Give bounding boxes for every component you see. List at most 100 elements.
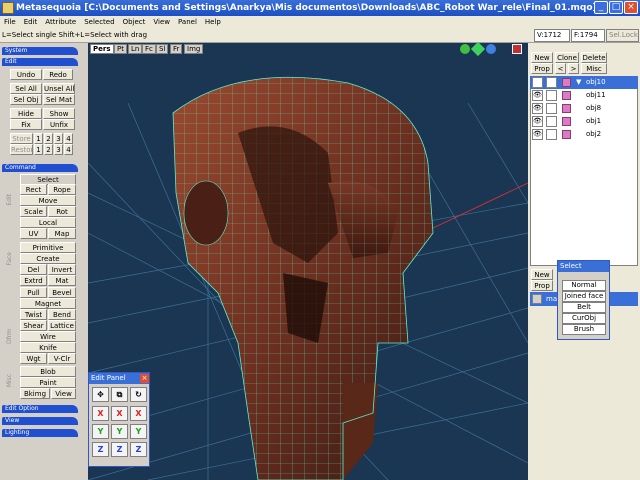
move-handle-icon[interactable]: ✥: [92, 387, 109, 402]
minimize-button[interactable]: _: [594, 1, 608, 14]
wgt-tool[interactable]: Wgt: [20, 353, 47, 364]
eye-icon[interactable]: 👁: [532, 129, 543, 140]
section-system[interactable]: System: [2, 47, 78, 55]
expand-arrow-icon[interactable]: ▼: [576, 76, 581, 89]
move-view-icon[interactable]: [460, 44, 470, 54]
restore-slot-1[interactable]: 1: [34, 144, 43, 155]
lock-toggle[interactable]: [546, 90, 557, 101]
shear-tool[interactable]: Shear: [20, 320, 47, 331]
close-button[interactable]: ×: [624, 1, 638, 14]
display-faces-tab[interactable]: Fc: [142, 44, 156, 54]
object-row[interactable]: 👁 obj8: [530, 102, 638, 115]
display-points-tab[interactable]: Pt: [114, 44, 127, 54]
clone-object-button[interactable]: Clone: [555, 52, 579, 63]
eye-icon[interactable]: 👁: [532, 90, 543, 101]
select-normal-option[interactable]: Normal: [562, 280, 606, 291]
scale-y-button[interactable]: Y: [111, 424, 128, 439]
menu-attribute[interactable]: Attribute: [41, 16, 80, 28]
sel-lock-button[interactable]: Sel.Lock: [606, 29, 639, 42]
eye-icon[interactable]: 👁: [532, 103, 543, 114]
move-tool[interactable]: Move: [20, 195, 76, 206]
section-lighting[interactable]: Lighting: [2, 429, 78, 437]
restore-slot-2[interactable]: 2: [44, 144, 53, 155]
map-tool[interactable]: Map: [48, 228, 76, 239]
menu-edit[interactable]: Edit: [20, 16, 42, 28]
material-prop-button[interactable]: Prop: [531, 280, 553, 291]
edit-panel-window[interactable]: Edit Panel × ✥ ⧉ ↻ X X X Y Y Y Z Z Z: [88, 372, 150, 467]
store-slot-2[interactable]: 2: [44, 133, 53, 144]
display-image-tab[interactable]: Img: [184, 44, 204, 54]
scale-z-button[interactable]: Z: [111, 442, 128, 457]
fix-button[interactable]: Fix: [10, 119, 42, 130]
show-button[interactable]: Show: [43, 108, 75, 119]
display-front-tab[interactable]: Fr: [170, 44, 183, 54]
lock-toggle[interactable]: [546, 77, 557, 88]
invert-tool[interactable]: Invert: [48, 264, 76, 275]
scale-handle-icon[interactable]: ⧉: [111, 387, 128, 402]
rope-tool[interactable]: Rope: [48, 184, 76, 195]
unfix-button[interactable]: Unfix: [43, 119, 75, 130]
delete-object-button[interactable]: Delete: [581, 52, 607, 63]
maximize-button[interactable]: □: [609, 1, 623, 14]
hide-button[interactable]: Hide: [10, 108, 42, 119]
move-x-button[interactable]: X: [92, 406, 109, 421]
rotate-x-button[interactable]: X: [130, 406, 147, 421]
display-select-tab[interactable]: Sl: [156, 44, 169, 54]
vclr-tool[interactable]: V-Clr: [48, 353, 76, 364]
section-view[interactable]: View: [2, 417, 78, 425]
3d-viewport[interactable]: [88, 43, 528, 480]
knife-tool[interactable]: Knife: [20, 342, 76, 353]
unsel-all-button[interactable]: Unsel All: [43, 83, 75, 94]
new-material-button[interactable]: New: [531, 269, 553, 280]
view-tool[interactable]: View: [51, 388, 76, 399]
view-options-icon[interactable]: [512, 44, 522, 54]
object-row[interactable]: 👁 obj2: [530, 128, 638, 141]
uv-tool[interactable]: UV: [20, 228, 47, 239]
rot-tool[interactable]: Rot: [48, 206, 76, 217]
menu-view[interactable]: View: [149, 16, 174, 28]
twist-tool[interactable]: Twist: [20, 309, 47, 320]
scale-x-button[interactable]: X: [111, 406, 128, 421]
select-joined-face-option[interactable]: Joined face: [562, 291, 606, 302]
store-slot-4[interactable]: 4: [64, 133, 73, 144]
object-row[interactable]: 👁 obj1: [530, 115, 638, 128]
object-next-button[interactable]: >: [568, 63, 579, 74]
eye-icon[interactable]: 👁: [532, 116, 543, 127]
select-brush-option[interactable]: Brush: [562, 324, 606, 335]
bevel-tool[interactable]: Bevel: [48, 287, 76, 298]
lock-toggle[interactable]: [546, 116, 557, 127]
store-slot-1[interactable]: 1: [34, 133, 43, 144]
robot-head-model[interactable]: [172, 76, 434, 480]
rotate-view-icon[interactable]: [470, 41, 486, 57]
rotate-y-button[interactable]: Y: [130, 424, 147, 439]
object-prev-button[interactable]: <: [555, 63, 566, 74]
rotate-handle-icon[interactable]: ↻: [130, 387, 147, 402]
object-misc-button[interactable]: Misc: [581, 63, 607, 74]
scale-tool[interactable]: Scale: [20, 206, 47, 217]
local-tool[interactable]: Local: [20, 217, 76, 228]
section-edit-option[interactable]: Edit Option: [2, 405, 78, 413]
paint-tool[interactable]: Paint: [20, 377, 76, 388]
move-y-button[interactable]: Y: [92, 424, 109, 439]
sel-all-button[interactable]: Sel All: [10, 83, 42, 94]
move-z-button[interactable]: Z: [92, 442, 109, 457]
menu-object[interactable]: Object: [119, 16, 150, 28]
rotate-z-button[interactable]: Z: [130, 442, 147, 457]
bkimg-tool[interactable]: Bkimg: [20, 388, 50, 399]
section-edit[interactable]: Edit: [2, 58, 78, 66]
section-command[interactable]: Command: [2, 164, 78, 172]
extrd-tool[interactable]: Extrd: [20, 275, 47, 286]
create-tool[interactable]: Create: [20, 253, 76, 264]
del-tool[interactable]: Del: [20, 264, 47, 275]
display-lines-tab[interactable]: Ln: [128, 44, 143, 54]
store-button[interactable]: Store: [10, 133, 33, 144]
menu-help[interactable]: Help: [201, 16, 225, 28]
lattice-tool[interactable]: Lattice: [48, 320, 76, 331]
restore-button[interactable]: Restore: [10, 144, 33, 155]
menu-selected[interactable]: Selected: [80, 16, 118, 28]
new-object-button[interactable]: New: [531, 52, 553, 63]
object-row[interactable]: 👁 ▼ obj10: [530, 76, 638, 89]
bend-tool[interactable]: Bend: [48, 309, 76, 320]
select-options-popup[interactable]: Select Normal Joined face Belt CurObj Br…: [557, 260, 610, 340]
object-prop-button[interactable]: Prop: [531, 63, 553, 74]
